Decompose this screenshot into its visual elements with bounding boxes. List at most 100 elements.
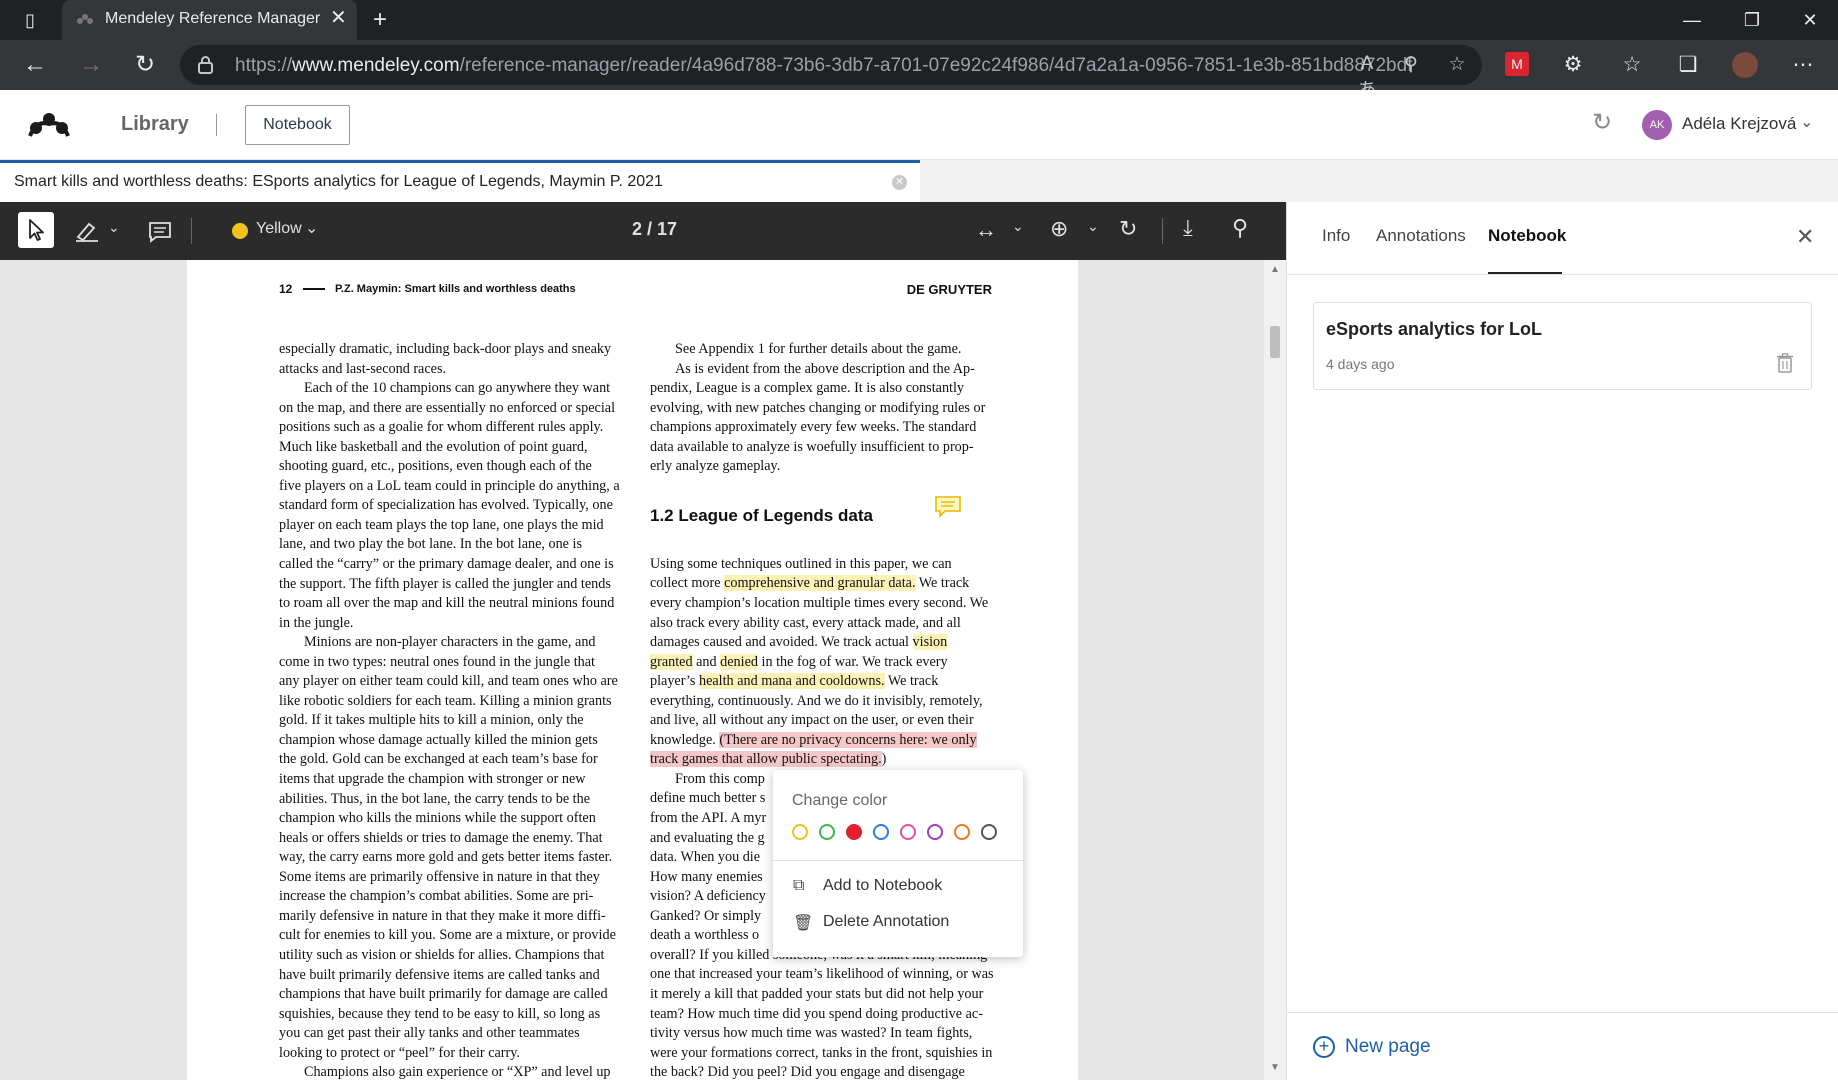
new-tab-icon[interactable]: +: [368, 8, 392, 32]
lock-icon: [198, 56, 213, 74]
color-swatch-green[interactable]: [819, 824, 835, 840]
search-icon[interactable]: ⚲: [1232, 215, 1248, 241]
fit-chevron-down-icon[interactable]: ⌄: [1012, 218, 1024, 235]
url-field[interactable]: https://www.mendeley.com/reference-manag…: [180, 45, 1482, 101]
color-chevron-down-icon[interactable]: ⌄: [305, 218, 318, 238]
new-page-label: New page: [1345, 1036, 1431, 1057]
address-bar-row: ← → ↻ https://www.mendeley.com/reference…: [0, 40, 1838, 101]
color-swatch-icon[interactable]: [232, 223, 248, 239]
menu-divider: [773, 860, 1023, 861]
tab-annotations[interactable]: Annotations: [1376, 226, 1466, 246]
document-tab-strip: Smart kills and worthless deaths: ESport…: [0, 160, 1838, 202]
delete-annotation-item[interactable]: 🗑 Delete Annotation: [773, 906, 1023, 940]
highlighter-chevron-down-icon[interactable]: ⌄: [108, 219, 120, 236]
pdf-scrollbar[interactable]: ▲ ▼: [1264, 260, 1286, 1080]
sidebar-toggle-icon[interactable]: ▯: [18, 9, 42, 31]
reload-icon[interactable]: ↻: [132, 52, 158, 78]
panel-close-icon[interactable]: ✕: [1796, 224, 1814, 250]
running-title: P.Z. Maymin: Smart kills and worthless d…: [335, 283, 576, 295]
highlight-annotation[interactable]: health and mana and cooldowns.: [698, 673, 885, 690]
library-link[interactable]: Library: [121, 113, 189, 136]
profile-icon[interactable]: [1732, 52, 1758, 78]
browser-tab-bar: ▯ Mendeley Reference Manager ✕ + — ❐ ✕: [0, 0, 1838, 40]
publisher-name: DE GRUYTER: [906, 282, 992, 297]
zoom-in-icon[interactable]: ⊕: [1050, 216, 1068, 242]
chevron-down-icon[interactable]: ⌄: [1800, 112, 1813, 132]
color-swatch-pink[interactable]: [900, 824, 916, 840]
forward-icon[interactable]: →: [78, 52, 104, 78]
annotation-context-menu: Change color ⧉ Add to Notebook 🗑 Delete …: [773, 770, 1023, 957]
more-menu-icon[interactable]: ⋯: [1790, 52, 1816, 78]
mendeley-logo-icon[interactable]: [28, 110, 70, 138]
toolbar-divider: [191, 218, 192, 244]
left-column-text[interactable]: especially dramatic, including back-door…: [279, 340, 635, 1080]
favorites-icon[interactable]: ☆: [1619, 52, 1645, 78]
rotate-icon[interactable]: ↻: [1119, 216, 1137, 242]
highlight-annotation[interactable]: granted: [650, 653, 693, 670]
color-swatch-blue[interactable]: [873, 824, 889, 840]
change-color-label: Change color: [792, 792, 888, 809]
mendeley-favicon-icon: [77, 14, 93, 24]
highlight-annotation[interactable]: vision: [912, 634, 948, 651]
add-to-notebook-item[interactable]: ⧉ Add to Notebook: [773, 870, 1023, 904]
comment-icon[interactable]: [148, 221, 172, 243]
extensions-icon[interactable]: ⚙: [1560, 52, 1586, 78]
document-tab-title: Smart kills and worthless deaths: ESport…: [14, 173, 663, 190]
toolbar-divider: [1162, 218, 1163, 244]
add-to-notebook-icon: ⧉: [793, 877, 805, 894]
browser-tab[interactable]: Mendeley Reference Manager ✕: [62, 0, 357, 40]
user-name[interactable]: Adéla Krejzová: [1682, 114, 1796, 134]
page-number: 12: [279, 282, 293, 296]
scroll-down-icon[interactable]: ▼: [1270, 1062, 1280, 1073]
scrollbar-thumb[interactable]: [1270, 326, 1280, 358]
collections-icon[interactable]: ❏: [1675, 52, 1701, 78]
notebook-button[interactable]: Notebook: [245, 105, 350, 145]
url-text: https://www.mendeley.com/reference-manag…: [235, 55, 1413, 76]
right-panel: Info Annotations Notebook ✕ eSports anal…: [1286, 202, 1838, 1080]
color-swatch-purple[interactable]: [927, 824, 943, 840]
download-icon[interactable]: ⤓: [1183, 215, 1193, 241]
color-swatch-orange[interactable]: [954, 824, 970, 840]
zoom-icon[interactable]: ⚲: [1398, 53, 1424, 76]
mendeley-extension-icon[interactable]: M: [1505, 52, 1529, 76]
highlight-annotation-selected[interactable]: (There are no privacy concerns here: we …: [719, 731, 977, 748]
tab-close-icon[interactable]: ✕: [330, 8, 347, 28]
select-tool-button[interactable]: [18, 212, 54, 248]
note-annotation-icon[interactable]: [935, 496, 961, 518]
restore-icon[interactable]: ❐: [1740, 9, 1764, 31]
tab-info[interactable]: Info: [1322, 226, 1350, 246]
browser-tab-title: Mendeley Reference Manager: [105, 10, 321, 27]
page-indicator: 2 / 17: [632, 219, 678, 239]
color-swatch-red[interactable]: [846, 824, 862, 840]
scroll-up-icon[interactable]: ▲: [1270, 264, 1280, 275]
window-close-icon[interactable]: ✕: [1798, 9, 1822, 31]
sync-icon[interactable]: ↻: [1592, 108, 1612, 137]
delete-page-icon[interactable]: [1777, 353, 1793, 373]
tab-divider: [1287, 274, 1838, 275]
document-tab-close-icon[interactable]: ✕: [892, 175, 907, 190]
color-swatch-yellow[interactable]: [792, 824, 808, 840]
cursor-icon: [29, 219, 44, 241]
back-icon[interactable]: ←: [22, 52, 48, 78]
minimize-icon[interactable]: —: [1680, 9, 1704, 31]
pdf-page[interactable]: 12 P.Z. Maymin: Smart kills and worthles…: [187, 260, 1078, 1080]
favorite-add-icon[interactable]: ☆: [1444, 53, 1470, 76]
document-tab[interactable]: Smart kills and worthless deaths: ESport…: [0, 160, 920, 202]
zoom-chevron-down-icon[interactable]: ⌄: [1087, 218, 1099, 235]
highlight-annotation[interactable]: comprehensive and granular data.: [724, 575, 916, 592]
avatar[interactable]: AK: [1642, 110, 1672, 140]
app-header: Library Notebook ↻ AK Adéla Krejzová ⌄: [0, 90, 1838, 160]
right-column-text[interactable]: See Appendix 1 for further details about…: [650, 340, 1021, 1080]
color-swatch-gray[interactable]: [981, 824, 997, 840]
fit-width-icon[interactable]: ↔: [975, 217, 997, 243]
highlighter-icon[interactable]: [74, 220, 100, 242]
color-select[interactable]: Yellow: [256, 220, 302, 238]
pdf-viewer[interactable]: 12 P.Z. Maymin: Smart kills and worthles…: [0, 260, 1286, 1080]
header-divider: [216, 114, 217, 136]
highlight-annotation[interactable]: denied: [720, 653, 758, 670]
notebook-page-card[interactable]: eSports analytics for LoL 4 days ago: [1313, 302, 1812, 390]
panel-footer-divider: [1287, 1012, 1838, 1013]
tab-notebook[interactable]: Notebook: [1488, 226, 1566, 246]
highlight-annotation-selected[interactable]: track games that allow public spectating…: [650, 751, 882, 768]
header-dash: [303, 288, 325, 290]
